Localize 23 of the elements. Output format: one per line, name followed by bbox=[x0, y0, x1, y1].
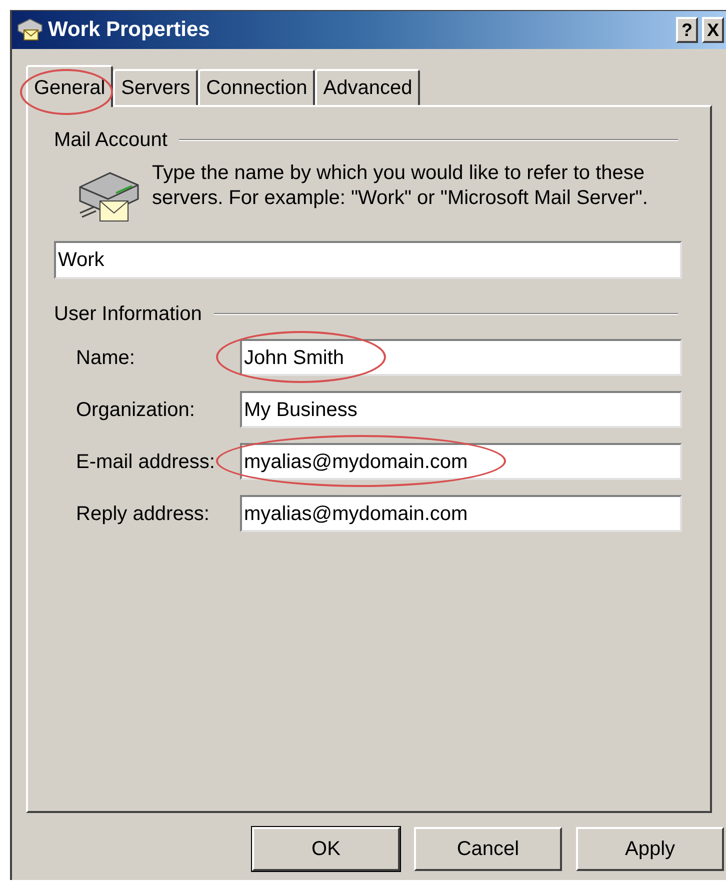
account-name-field[interactable]: Work bbox=[54, 241, 682, 279]
mail-server-icon bbox=[16, 17, 44, 43]
field-label: Organization: bbox=[76, 398, 196, 422]
text-field[interactable]: myalias@mydomain.com bbox=[240, 443, 682, 480]
help-button[interactable]: ? bbox=[676, 17, 698, 43]
tab[interactable]: General bbox=[26, 65, 114, 107]
text-field[interactable]: myalias@mydomain.com bbox=[240, 495, 682, 532]
window-title: Work Properties bbox=[48, 17, 211, 44]
field-label: Name: bbox=[76, 346, 136, 370]
description-text: Type the name by which you would like to refer to these servers. For example: "Work" or "Microsoft Mail Server". bbox=[152, 161, 649, 211]
tab[interactable]: Connection bbox=[198, 69, 316, 105]
group-heading: User Information bbox=[54, 302, 202, 327]
close-button[interactable]: X bbox=[702, 17, 724, 43]
group-heading: Mail Account bbox=[54, 128, 168, 153]
text-field[interactable]: John Smith bbox=[240, 339, 682, 376]
tab[interactable]: Servers bbox=[113, 69, 198, 105]
text-field[interactable]: My Business bbox=[240, 391, 682, 428]
tab[interactable]: Advanced bbox=[315, 69, 420, 105]
field-label: E-mail address: bbox=[76, 450, 216, 474]
dialog-button[interactable]: Cancel bbox=[414, 827, 562, 871]
field-label: Reply address: bbox=[76, 502, 210, 526]
dialog-button[interactable]: OK bbox=[252, 827, 400, 871]
dialog-button[interactable]: Apply bbox=[576, 827, 724, 871]
